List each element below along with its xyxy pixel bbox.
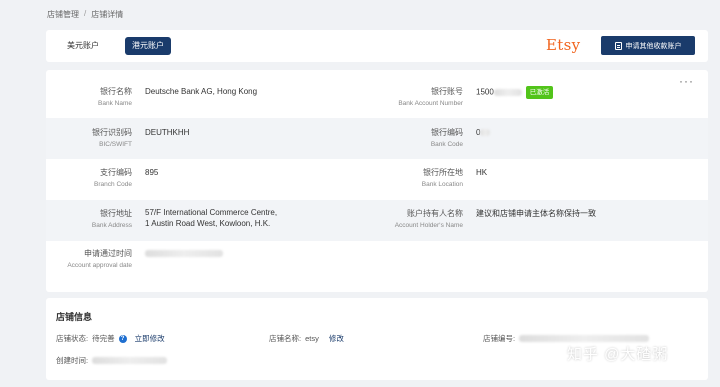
shop-info-title: 店铺信息 <box>56 312 93 322</box>
bank-code-label: 银行编码 Bank Code <box>430 128 463 148</box>
bank-info-row: 银行名称 Bank Name Deutsche Bank AG, Hong Ko… <box>46 70 708 111</box>
bank-info-card: ··· 银行名称 Bank Name Deutsche Bank AG, Hon… <box>46 70 708 292</box>
bank-name-value: Deutsche Bank AG, Hong Kong <box>145 87 258 96</box>
bank-info-row: 银行地址 Bank Address 57/F International Com… <box>46 200 708 241</box>
bank-info-row: 银行识别码 BIC/SWIFT DEUTHKHH 银行编码 Bank Code … <box>46 118 708 159</box>
document-icon <box>614 41 622 50</box>
etsy-logo: Etsy <box>546 36 581 54</box>
fix-now-link[interactable]: 立即修改 <box>135 333 165 344</box>
bank-location-value: HK <box>476 168 488 177</box>
breadcrumb-separator: / <box>84 9 87 18</box>
apply-button-label: 申请其他收款账户 <box>625 42 682 50</box>
redacted-blur <box>480 129 491 137</box>
approval-date-label: 申请通过时间 Account approval date <box>67 249 132 269</box>
redacted-blur <box>145 250 223 258</box>
shop-status: 店铺状态: 待完善 ? 立即修改 <box>56 333 165 344</box>
help-icon[interactable]: ? <box>118 334 127 343</box>
breadcrumb-parent[interactable]: 店铺管理 <box>47 9 79 20</box>
bank-info-row: 申请通过时间 Account approval date <box>46 241 708 282</box>
watermark: 知乎 @大碴粥 <box>567 346 669 363</box>
bank-code-value: 0 <box>476 127 491 138</box>
bank-name-label: 银行名称 Bank Name <box>98 87 132 107</box>
tab-usd-account[interactable]: 美元账户 <box>60 37 106 55</box>
bank-account-number-value: 1500 已激活 <box>476 86 554 99</box>
bank-address-value: 57/F International Commerce Centre, 1 Au… <box>145 208 278 228</box>
shop-created-time: 创建时间: <box>56 355 168 366</box>
shop-name: 店铺名称: etsy 修改 <box>269 333 344 344</box>
bic-swift-label: 银行识别码 BIC/SWIFT <box>92 128 132 148</box>
edit-shop-name-link[interactable]: 修改 <box>329 333 344 344</box>
apply-other-account-button[interactable]: 申请其他收款账户 <box>601 36 695 55</box>
status-badge: 已激活 <box>525 86 554 99</box>
shop-info-card: 店铺信息 店铺状态: 待完善 ? 立即修改 店铺名称: etsy 修改 店铺编号… <box>46 298 708 380</box>
bank-account-number-label: 银行账号 Bank Account Number <box>398 87 463 107</box>
branch-code-value: 895 <box>145 168 159 177</box>
approval-date-value <box>145 248 223 259</box>
bank-location-label: 银行所在地 Bank Location <box>421 168 463 188</box>
breadcrumb-current: 店铺详情 <box>91 10 124 19</box>
breadcrumb: 店铺管理 / 店铺详情 <box>47 9 123 20</box>
bank-address-label: 银行地址 Bank Address <box>91 209 132 229</box>
redacted-blur <box>519 335 650 342</box>
redacted-blur <box>493 89 522 96</box>
bank-info-row: 支行编码 Branch Code 895 银行所在地 Bank Location… <box>46 159 708 200</box>
tab-hkd-account[interactable]: 港元账户 <box>125 37 171 55</box>
account-holder-label: 账户持有人名称 Account Holder‘s Name <box>394 209 463 229</box>
account-holder-value: 建议和店铺申请主体名称保持一致 <box>476 209 596 218</box>
bic-swift-value: DEUTHKHH <box>145 128 190 137</box>
redacted-blur <box>92 357 168 364</box>
branch-code-label: 支行编码 Branch Code <box>94 168 132 188</box>
account-tabs-bar: 美元账户 港元账户 Etsy 申请其他收款账户 <box>46 30 708 62</box>
